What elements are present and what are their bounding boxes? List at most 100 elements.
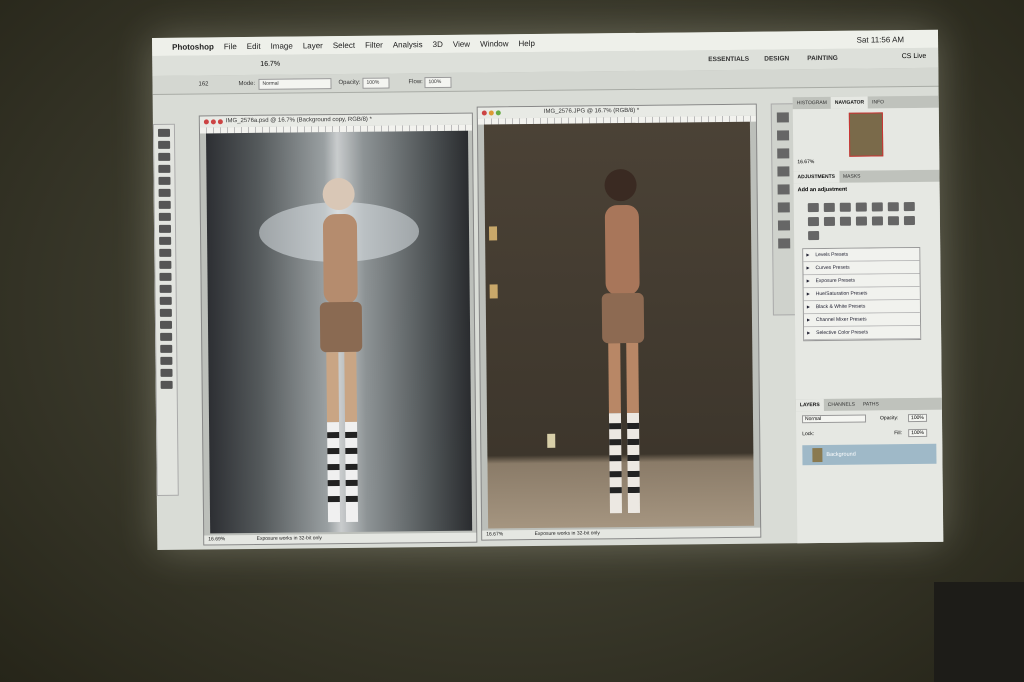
- cs-live-button[interactable]: CS Live: [902, 53, 927, 60]
- character-icon[interactable]: [777, 184, 790, 195]
- menu-file[interactable]: File: [224, 42, 237, 51]
- menu-view[interactable]: View: [453, 39, 470, 48]
- preset-selective-color[interactable]: Selective Color Presets: [804, 325, 921, 341]
- actions-icon[interactable]: [777, 130, 790, 141]
- black-white-icon[interactable]: [807, 217, 820, 227]
- menu-help[interactable]: Help: [518, 38, 535, 47]
- preset-curves[interactable]: Curves Presets: [803, 260, 920, 276]
- preset-channel-mixer[interactable]: Channel Mixer Presets: [803, 312, 921, 328]
- type-tool-icon[interactable]: [159, 308, 172, 317]
- 3d-rotate-tool-icon[interactable]: [160, 344, 173, 353]
- doc-zoom[interactable]: 16.69%: [208, 536, 225, 542]
- workspace-design[interactable]: DESIGN: [764, 55, 789, 62]
- color-balance-icon[interactable]: [903, 202, 915, 212]
- exposure-icon[interactable]: [855, 202, 867, 212]
- shape-tool-icon[interactable]: [160, 332, 173, 341]
- menubar-clock[interactable]: Sat 11:56 AM: [857, 35, 905, 44]
- 3d-icon[interactable]: [777, 220, 791, 231]
- layer-row-background[interactable]: Background: [802, 443, 937, 466]
- doc-status-info[interactable]: Exposure works in 32-bit only: [535, 530, 600, 537]
- doc-zoom[interactable]: 16.67%: [486, 531, 503, 537]
- threshold-icon[interactable]: [887, 216, 900, 226]
- hand-tool-icon[interactable]: [160, 356, 173, 365]
- menu-select[interactable]: Select: [333, 40, 355, 49]
- navigator-zoom[interactable]: 16.67%: [797, 159, 814, 165]
- menu-layer[interactable]: Layer: [303, 41, 323, 50]
- workspace-painting[interactable]: PAINTING: [807, 55, 838, 62]
- preset-levels[interactable]: Levels Presets: [803, 247, 920, 263]
- vibrance-icon[interactable]: [871, 202, 883, 212]
- menu-image[interactable]: Image: [271, 41, 293, 50]
- levels-icon[interactable]: [823, 202, 835, 212]
- adjustments-heading: Add an adjustment: [797, 186, 848, 194]
- photo-filter-icon[interactable]: [823, 216, 836, 226]
- move-tool-icon[interactable]: [157, 128, 171, 137]
- gradient-tool-icon[interactable]: [159, 260, 172, 269]
- marquee-tool-icon[interactable]: [158, 140, 171, 149]
- preset-black-white[interactable]: Black & White Presets: [803, 299, 920, 315]
- blend-mode-select[interactable]: Normal: [801, 414, 867, 424]
- tab-info[interactable]: INFO: [868, 96, 888, 108]
- eraser-tool-icon[interactable]: [159, 248, 172, 257]
- selective-color-icon[interactable]: [808, 231, 820, 241]
- history-brush-tool-icon[interactable]: [159, 236, 172, 245]
- document-window-psd[interactable]: IMG_2576a.psd @ 16.7% (Background copy, …: [198, 112, 478, 546]
- crop-tool-icon[interactable]: [158, 176, 171, 185]
- tab-adjustments[interactable]: ADJUSTMENTS: [793, 170, 840, 184]
- layer-opacity-field[interactable]: 100%: [907, 413, 927, 423]
- workspace-essentials[interactable]: ESSENTIALS: [708, 56, 749, 63]
- tab-histogram[interactable]: HISTOGRAM: [793, 97, 831, 109]
- preset-hue-saturation[interactable]: Hue/Saturation Presets: [803, 286, 920, 302]
- path-select-tool-icon[interactable]: [159, 320, 173, 329]
- color-swatches-icon[interactable]: [160, 380, 173, 389]
- clone-stamp-tool-icon[interactable]: [158, 224, 172, 233]
- fill-label: Fill:: [894, 430, 902, 437]
- menu-window[interactable]: Window: [480, 39, 509, 48]
- document-window-jpg[interactable]: IMG_2576.JPG @ 16.7% (RGB/8) * 16.67% Ex…: [476, 103, 762, 541]
- menu-filter[interactable]: Filter: [365, 40, 383, 49]
- gradient-map-icon[interactable]: [903, 216, 916, 226]
- brushes-icon[interactable]: [777, 148, 790, 159]
- app-menu[interactable]: Photoshop: [172, 42, 214, 51]
- tab-layers[interactable]: LAYERS: [795, 398, 824, 412]
- tab-masks[interactable]: MASKS: [839, 171, 865, 183]
- mode-select[interactable]: Normal: [258, 78, 332, 90]
- opacity-field[interactable]: 100%: [362, 77, 390, 89]
- brush-tool-icon[interactable]: [158, 212, 171, 221]
- lasso-tool-icon[interactable]: [158, 152, 171, 161]
- tab-paths[interactable]: PATHS: [859, 398, 883, 410]
- paragraph-icon[interactable]: [777, 202, 790, 213]
- channel-mixer-icon[interactable]: [839, 216, 852, 226]
- posterize-icon[interactable]: [871, 216, 884, 226]
- quick-select-tool-icon[interactable]: [158, 164, 171, 173]
- document-title-psd: IMG_2576a.psd @ 16.7% (Background copy, …: [225, 116, 372, 125]
- tab-channels[interactable]: CHANNELS: [824, 399, 859, 411]
- doc-status-info[interactable]: Exposure works in 32-bit only: [257, 535, 322, 542]
- blur-tool-icon[interactable]: [159, 272, 172, 281]
- dodge-tool-icon[interactable]: [159, 284, 172, 293]
- tab-navigator[interactable]: NAVIGATOR: [830, 96, 869, 109]
- flow-label: Flow:: [408, 79, 423, 86]
- clone-source-icon[interactable]: [777, 166, 790, 177]
- history-icon[interactable]: [776, 112, 789, 123]
- brush-size[interactable]: 162: [198, 81, 208, 87]
- eyedropper-tool-icon[interactable]: [158, 188, 171, 197]
- fill-field[interactable]: 100%: [908, 428, 928, 438]
- preset-exposure[interactable]: Exposure Presets: [803, 273, 920, 289]
- menu-edit[interactable]: Edit: [247, 41, 261, 50]
- invert-icon[interactable]: [855, 216, 868, 226]
- hue-saturation-icon[interactable]: [887, 202, 899, 212]
- zoom-level[interactable]: 16.7%: [260, 61, 280, 68]
- pen-tool-icon[interactable]: [159, 296, 172, 305]
- curves-icon[interactable]: [839, 202, 851, 212]
- menu-analysis[interactable]: Analysis: [393, 40, 423, 49]
- healing-tool-icon[interactable]: [158, 200, 171, 209]
- navigator-thumbnail[interactable]: [848, 112, 884, 157]
- zoom-tool-icon[interactable]: [160, 368, 173, 377]
- adjustments-panel: Add an adjustment Levels Presets: [793, 181, 942, 400]
- tool-presets-icon[interactable]: [778, 238, 791, 249]
- brightness-icon[interactable]: [807, 203, 819, 213]
- menu-3d[interactable]: 3D: [433, 39, 443, 48]
- flow-field[interactable]: 100%: [424, 76, 452, 89]
- layer-thumbnail: [812, 448, 823, 463]
